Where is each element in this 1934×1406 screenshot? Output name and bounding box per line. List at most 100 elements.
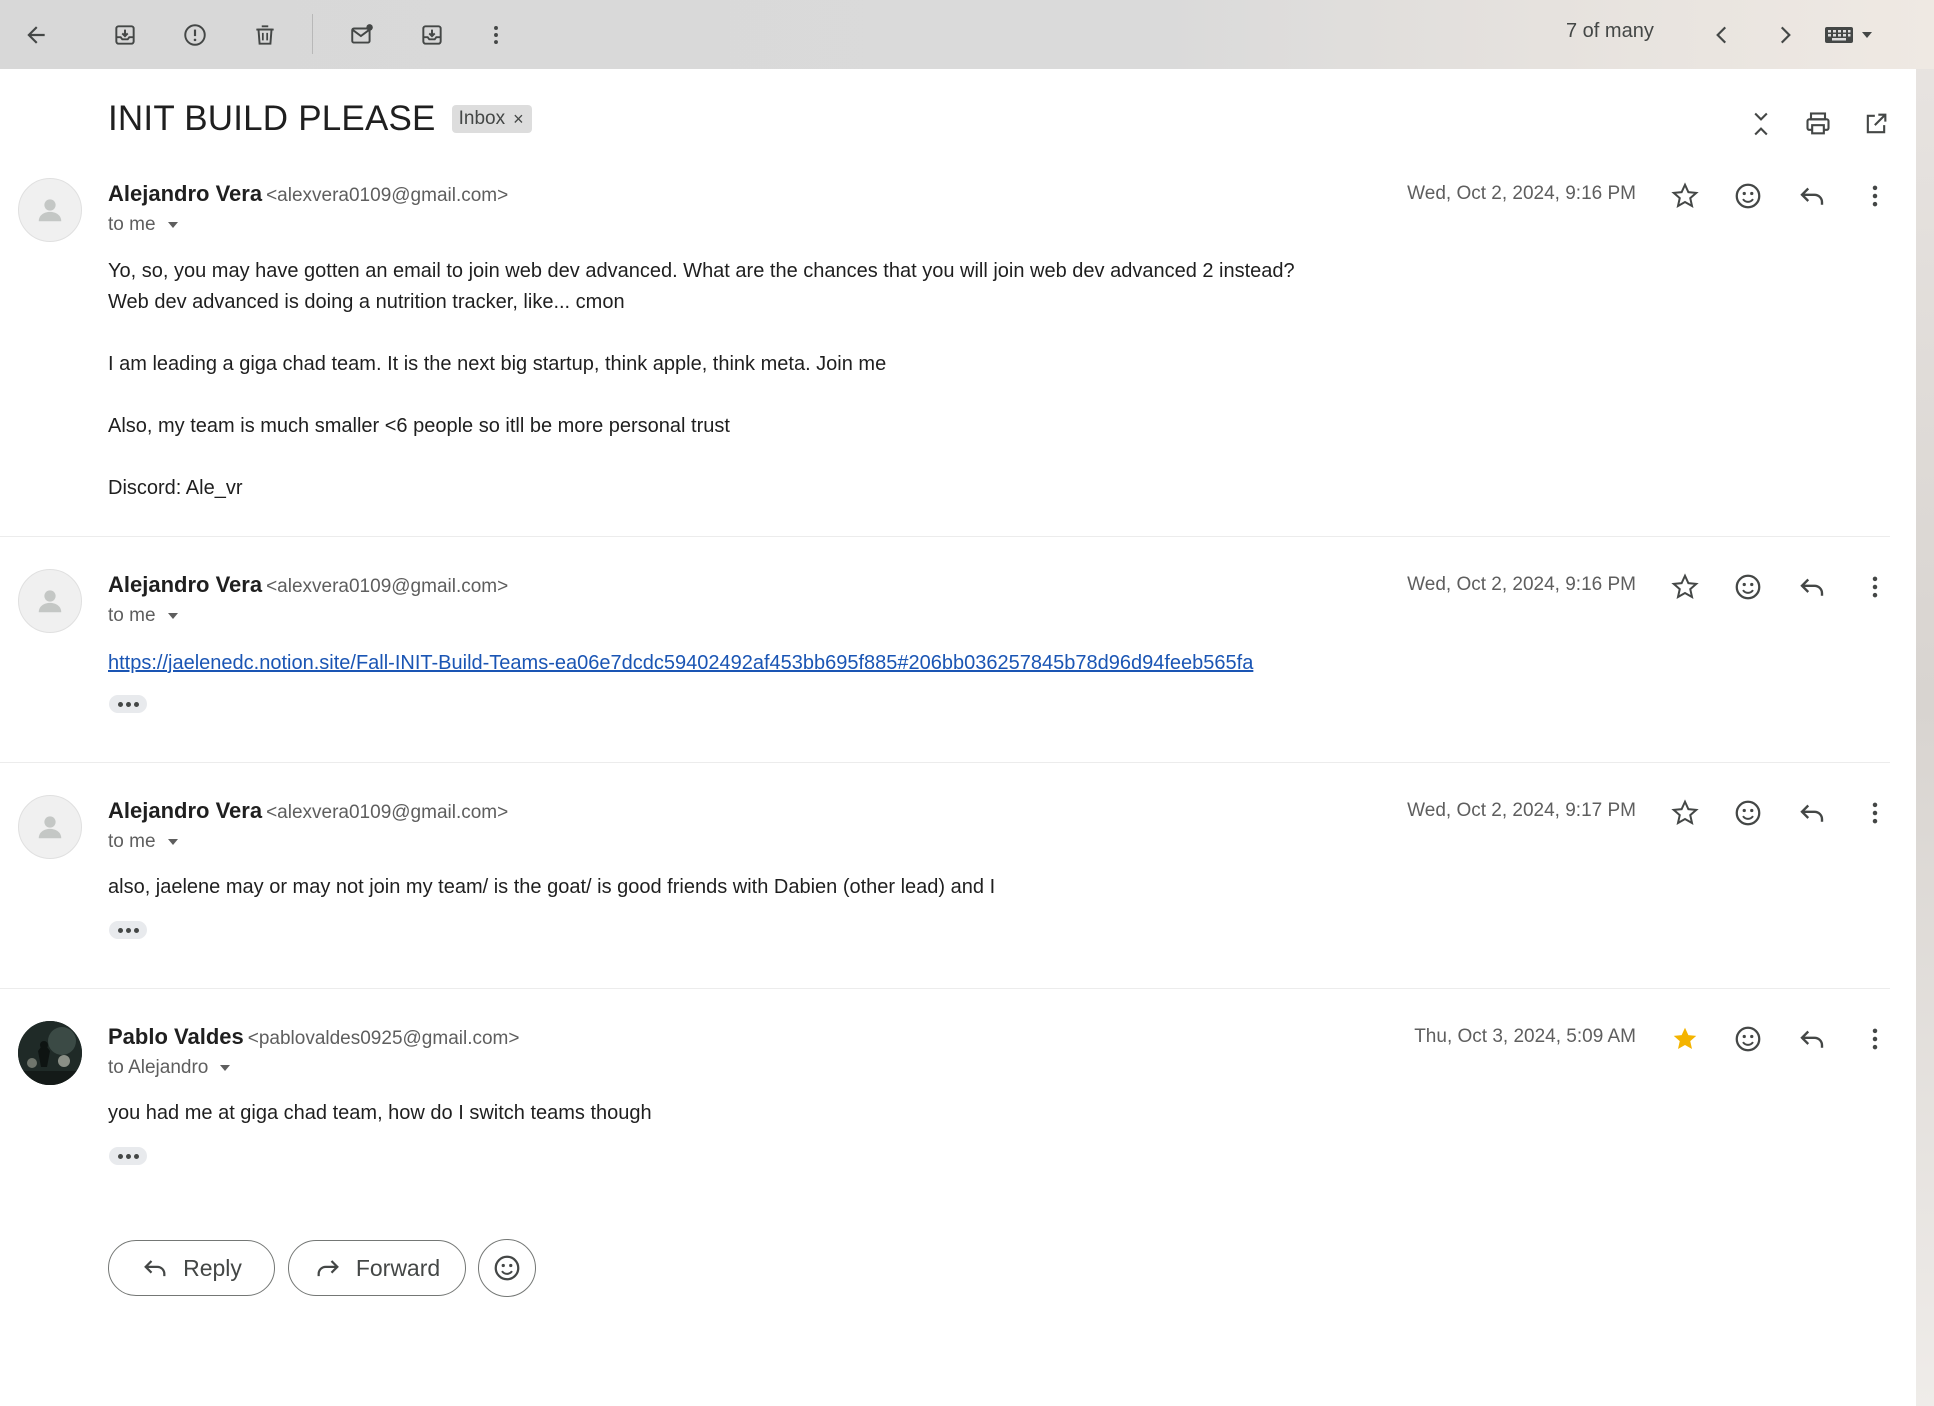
reply-icon[interactable]	[1791, 792, 1833, 834]
more-vert-icon[interactable]	[1854, 175, 1896, 217]
avatar-photo	[18, 1021, 82, 1085]
star-filled-icon[interactable]	[1664, 1018, 1706, 1060]
thread-counter: 7 of many	[1566, 20, 1654, 42]
message-date: Thu, Oct 3, 2024, 5:09 AM	[1414, 1026, 1636, 1047]
dropdown-caret-icon	[1862, 32, 1872, 38]
more-vert-icon[interactable]	[1854, 1018, 1896, 1060]
open-new-window-icon[interactable]	[1856, 104, 1896, 144]
message-date: Wed, Oct 2, 2024, 9:16 PM	[1407, 183, 1636, 204]
star-icon[interactable]	[1664, 175, 1706, 217]
message-body: also, jaelene may or may not join my tea…	[108, 872, 995, 903]
smiley-icon	[494, 1255, 520, 1281]
trash-icon[interactable]	[243, 13, 287, 57]
collapse-all-icon[interactable]	[1741, 104, 1781, 144]
body-line: Discord: Ale_vr	[108, 477, 243, 499]
message-divider	[0, 762, 1890, 763]
background-edge	[1914, 0, 1934, 1406]
dropdown-caret-icon	[220, 1065, 231, 1071]
star-icon[interactable]	[1664, 792, 1706, 834]
sender-line: Alejandro Vera <alexvera0109@gmail.com>	[108, 798, 508, 824]
reply-icon[interactable]	[1791, 1018, 1833, 1060]
more-vert-icon[interactable]	[1854, 792, 1896, 834]
profile-photo	[18, 1021, 82, 1085]
body-line: I am leading a giga chad team. It is the…	[108, 353, 887, 375]
sender-line: Pablo Valdes <pablovaldes0925@gmail.com>	[108, 1024, 519, 1050]
person-icon	[38, 199, 62, 222]
reply-icon	[144, 1260, 166, 1277]
show-trimmed-content-button[interactable]	[109, 1147, 147, 1165]
sender-line: Alejandro Vera <alexvera0109@gmail.com>	[108, 572, 508, 598]
report-spam-icon[interactable]	[173, 13, 217, 57]
message-body: https://jaelenedc.notion.site/Fall-INIT-…	[108, 648, 1253, 679]
keyboard-icon[interactable]	[1824, 17, 1884, 53]
recipient-toggle[interactable]: to Alejandro	[108, 1057, 232, 1079]
message-date: Wed, Oct 2, 2024, 9:17 PM	[1407, 800, 1636, 821]
reply-icon[interactable]	[1791, 175, 1833, 217]
show-trimmed-content-button[interactable]	[109, 921, 147, 939]
reply-button[interactable]: Reply	[108, 1240, 275, 1296]
back-arrow-icon[interactable]	[14, 13, 58, 57]
dropdown-caret-icon	[167, 222, 178, 228]
forward-label: Forward	[355, 1254, 441, 1281]
show-trimmed-content-button[interactable]	[109, 695, 147, 713]
sender-email: <alexvera0109@gmail.com>	[266, 802, 509, 823]
add-reaction-icon[interactable]	[1727, 1018, 1769, 1060]
person-icon	[38, 590, 62, 613]
message-date: Wed, Oct 2, 2024, 9:16 PM	[1407, 574, 1636, 595]
avatar	[18, 795, 82, 859]
emoji-reaction-button[interactable]	[478, 1239, 536, 1297]
forward-button[interactable]: Forward	[288, 1240, 466, 1296]
message-divider	[0, 536, 1890, 537]
add-reaction-icon[interactable]	[1727, 566, 1769, 608]
star-icon[interactable]	[1664, 566, 1706, 608]
remove-label-icon[interactable]: ×	[513, 109, 524, 130]
person-icon	[38, 816, 62, 839]
dropdown-caret-icon	[167, 839, 178, 845]
prev-chevron-icon[interactable]	[1700, 13, 1744, 57]
sender-email: <alexvera0109@gmail.com>	[266, 576, 509, 597]
body-line: Web dev advanced is doing a nutrition tr…	[108, 291, 625, 313]
recipient-toggle[interactable]: to me	[108, 831, 180, 853]
body-line: also, jaelene may or may not join my tea…	[108, 876, 996, 898]
recipient-toggle[interactable]: to me	[108, 605, 180, 627]
avatar	[18, 569, 82, 633]
avatar	[18, 178, 82, 242]
mark-unread-icon[interactable]	[340, 13, 384, 57]
sender-name[interactable]: Alejandro Vera	[108, 572, 262, 597]
thread-view: INIT BUILD PLEASE Inbox × Alejandro Vera…	[0, 69, 1916, 1406]
dropdown-caret-icon	[167, 613, 178, 619]
body-line: Yo, so, you may have gotten an email to …	[108, 260, 1295, 282]
reply-label: Reply	[183, 1254, 242, 1281]
subject-row: INIT BUILD PLEASE Inbox ×	[108, 99, 532, 139]
label-chip-inbox: Inbox ×	[451, 105, 532, 133]
recipient-toggle[interactable]: to me	[108, 214, 180, 236]
label-chip-text: Inbox	[458, 108, 506, 129]
sender-name[interactable]: Pablo Valdes	[108, 1024, 244, 1049]
move-to-icon[interactable]	[410, 13, 454, 57]
add-reaction-icon[interactable]	[1727, 175, 1769, 217]
body-line: Also, my team is much smaller <6 people …	[108, 415, 730, 437]
forward-icon	[317, 1260, 339, 1277]
thread-toolbar: 7 of many	[0, 0, 1934, 69]
message-divider	[0, 988, 1890, 989]
recipient-text: to Alejandro	[108, 1057, 209, 1078]
toolbar-divider	[312, 14, 313, 54]
archive-icon[interactable]	[103, 13, 147, 57]
more-vert-icon[interactable]	[474, 13, 518, 57]
message-body: Yo, so, you may have gotten an email to …	[108, 256, 1295, 504]
recipient-text: to me	[108, 831, 156, 852]
sender-email: <alexvera0109@gmail.com>	[266, 185, 509, 206]
next-chevron-icon[interactable]	[1763, 13, 1807, 57]
sender-name[interactable]: Alejandro Vera	[108, 798, 262, 823]
message-body: you had me at giga chad team, how do I s…	[108, 1098, 652, 1129]
add-reaction-icon[interactable]	[1727, 792, 1769, 834]
body-line: you had me at giga chad team, how do I s…	[108, 1102, 652, 1124]
reply-icon[interactable]	[1791, 566, 1833, 608]
more-vert-icon[interactable]	[1854, 566, 1896, 608]
sender-name[interactable]: Alejandro Vera	[108, 181, 262, 206]
sender-line: Alejandro Vera <alexvera0109@gmail.com>	[108, 181, 508, 207]
notion-link[interactable]: https://jaelenedc.notion.site/Fall-INIT-…	[108, 652, 1253, 674]
recipient-text: to me	[108, 214, 156, 235]
print-icon[interactable]	[1798, 104, 1838, 144]
sender-email: <pablovaldes0925@gmail.com>	[247, 1028, 520, 1049]
